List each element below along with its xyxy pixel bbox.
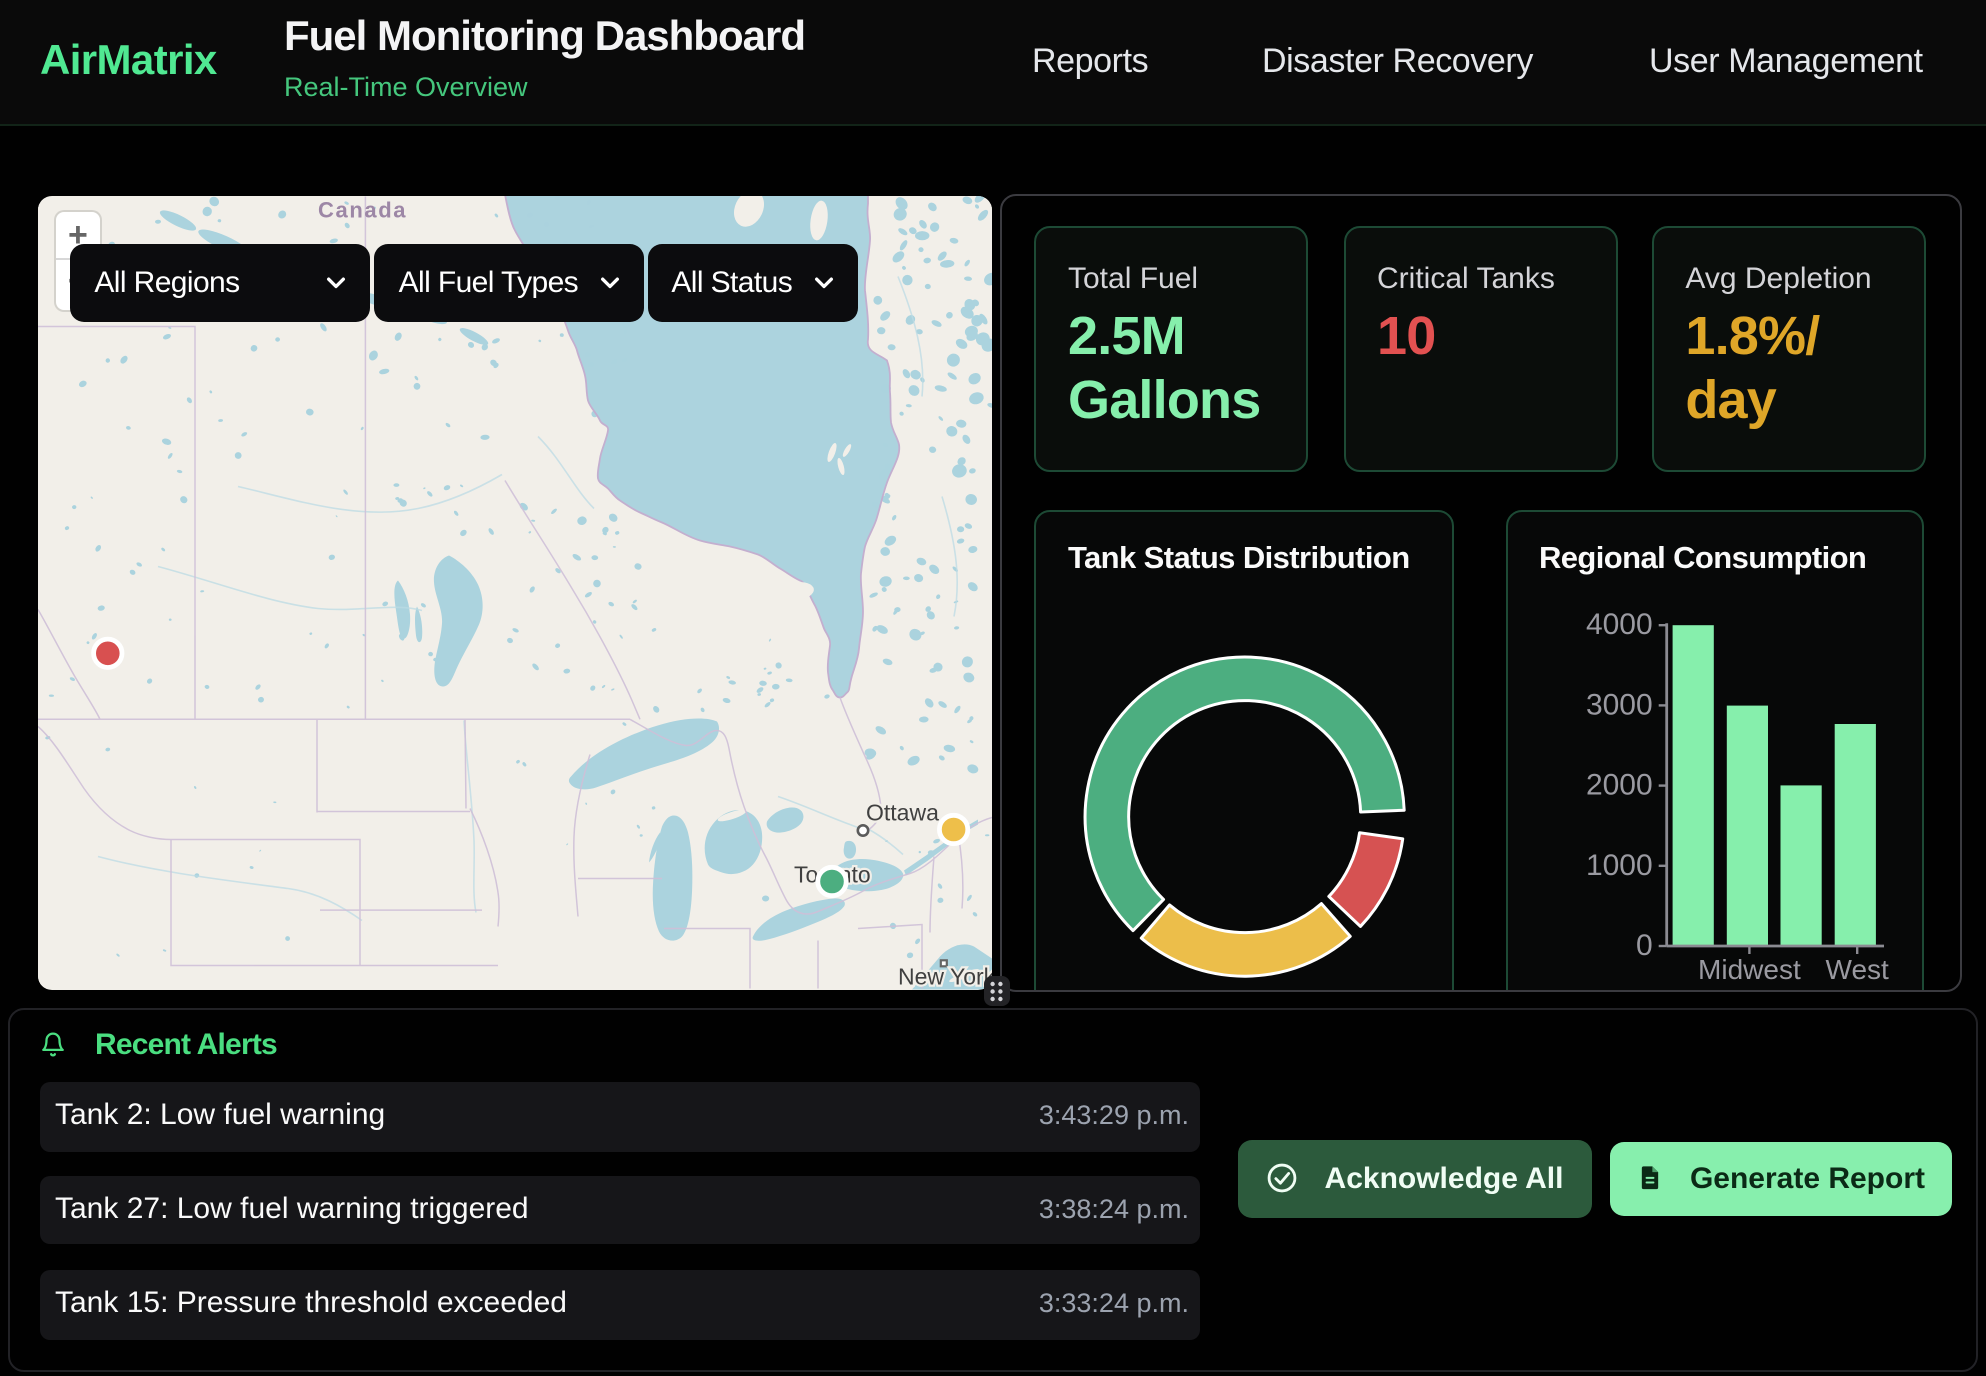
svg-text:West: West (1825, 954, 1888, 985)
svg-text:4000: 4000 (1585, 608, 1652, 641)
svg-text:1000: 1000 (1585, 849, 1652, 882)
svg-text:Midwest: Midwest (1697, 954, 1800, 985)
svg-text:3000: 3000 (1585, 688, 1652, 721)
svg-text:0: 0 (1635, 929, 1652, 962)
svg-text:Ottawa: Ottawa (866, 800, 939, 826)
svg-text:New York: New York (898, 964, 992, 990)
svg-text:2000: 2000 (1585, 769, 1652, 802)
svg-text:Canada: Canada (318, 198, 407, 223)
